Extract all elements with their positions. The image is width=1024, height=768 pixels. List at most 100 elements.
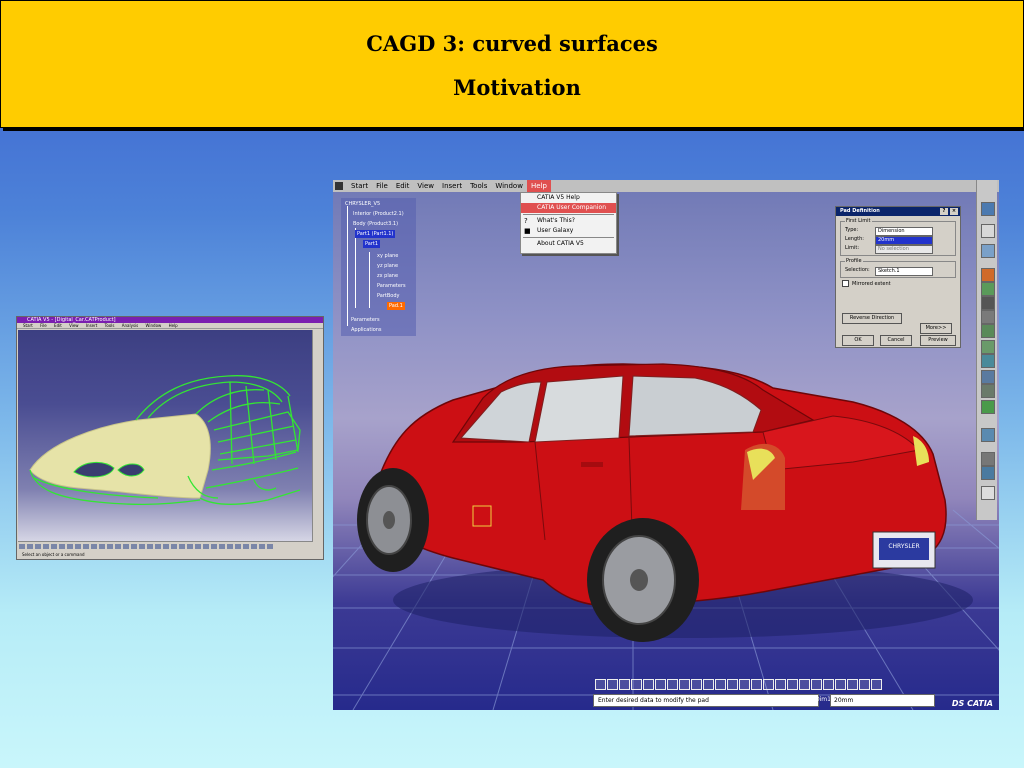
help-item-whats-this[interactable]: ? What's This? — [521, 216, 616, 226]
preview-button[interactable]: Preview — [920, 335, 956, 346]
zoom-in-icon[interactable] — [643, 679, 654, 690]
axis-icon[interactable] — [787, 679, 798, 690]
close-icon[interactable]: × — [950, 208, 958, 215]
menu-tools[interactable]: Tools — [466, 180, 491, 192]
measure-icon[interactable] — [981, 486, 995, 500]
small-menu-analysis[interactable]: Analysis — [122, 323, 138, 328]
tree-node-interior[interactable]: Interior (Product2.1) — [351, 210, 406, 218]
help-item-label: CATIA User Companion — [537, 204, 606, 211]
sketch-icon[interactable] — [981, 244, 995, 258]
catia-logo-icon[interactable] — [335, 182, 343, 190]
help-item-user-companion[interactable]: CATIA User Companion — [521, 203, 616, 213]
tree-node-yz-plane[interactable]: yz plane — [375, 262, 400, 270]
wireframe-viewport[interactable] — [18, 330, 312, 542]
measure-between-icon[interactable] — [751, 679, 762, 690]
license-plate-badge: CHRYSLER — [888, 543, 919, 550]
galaxy-icon: ■ — [524, 227, 531, 235]
small-menu-file[interactable]: File — [40, 323, 47, 328]
tree-root[interactable]: CHRYSLER_V5 — [343, 200, 382, 208]
groove-icon[interactable] — [981, 310, 995, 324]
small-menu-tools[interactable]: Tools — [105, 323, 115, 328]
shell-icon[interactable] — [981, 428, 995, 442]
title-banner: CAGD 3: curved surfaces Motivation — [0, 0, 1024, 128]
reverse-direction-button[interactable]: Reverse Direction — [842, 313, 902, 324]
tree-node-root-parameters[interactable]: Parameters — [349, 316, 382, 324]
menu-start[interactable]: Start — [347, 180, 372, 192]
hide-show-icon[interactable] — [703, 679, 714, 690]
tree-node-partbody[interactable]: PartBody — [375, 292, 402, 300]
tree-node-applications[interactable]: Applications — [349, 326, 384, 334]
small-window-menubar: Start File Edit View Insert Tools Analys… — [17, 323, 323, 329]
pan-icon[interactable] — [619, 679, 630, 690]
fillet-icon[interactable] — [981, 370, 995, 384]
shaft-icon[interactable] — [981, 296, 995, 310]
small-menu-insert[interactable]: Insert — [86, 323, 97, 328]
select-icon[interactable] — [981, 224, 995, 238]
menu-insert[interactable]: Insert — [438, 180, 466, 192]
limit-field[interactable]: No selection — [875, 245, 933, 254]
render-icon[interactable] — [871, 679, 882, 690]
line-icon[interactable] — [811, 679, 822, 690]
pocket-icon[interactable] — [981, 282, 995, 296]
slot-icon[interactable] — [981, 354, 995, 368]
small-menu-help[interactable]: Help — [169, 323, 178, 328]
mirrored-extent-checkbox[interactable] — [842, 280, 849, 287]
menu-edit[interactable]: Edit — [392, 180, 414, 192]
tree-node-zx-plane[interactable]: zx plane — [375, 272, 400, 280]
small-menu-edit[interactable]: Edit — [54, 323, 62, 328]
draft-icon[interactable] — [981, 400, 995, 414]
mirror-icon[interactable] — [981, 466, 995, 480]
mirrored-extent-option[interactable]: Mirrored extent — [842, 280, 954, 287]
chamfer-icon[interactable] — [981, 384, 995, 398]
tree-node-xy-plane[interactable]: xy plane — [375, 252, 400, 260]
snap-icon[interactable] — [847, 679, 858, 690]
sketcher-icon[interactable] — [835, 679, 846, 690]
help-item-about[interactable]: About CATIA V5 — [521, 239, 616, 249]
tree-node-body[interactable]: Body (Product3.1) — [351, 220, 400, 228]
fly-mode-icon[interactable] — [595, 679, 606, 690]
menu-help[interactable]: Help — [526, 180, 551, 192]
transform-icon[interactable] — [981, 452, 995, 466]
small-right-toolbar[interactable] — [312, 330, 322, 542]
help-icon[interactable]: ? — [940, 208, 948, 215]
hole-icon[interactable] — [981, 324, 995, 338]
dimension-input[interactable]: 20mm — [830, 694, 935, 707]
selection-field[interactable]: Sketch.1 — [875, 267, 933, 276]
menu-view[interactable]: View — [413, 180, 438, 192]
update-icon[interactable] — [727, 679, 738, 690]
rotate-icon[interactable] — [631, 679, 642, 690]
shading-icon[interactable] — [691, 679, 702, 690]
rib-icon[interactable] — [981, 340, 995, 354]
bottom-toolbar — [595, 677, 891, 691]
compass-icon[interactable] — [981, 202, 995, 216]
pad-icon[interactable] — [981, 268, 995, 282]
mass-props-icon[interactable] — [775, 679, 786, 690]
normal-view-icon[interactable] — [667, 679, 678, 690]
small-menu-window[interactable]: Window — [146, 323, 162, 328]
tree-node-parameters[interactable]: Parameters — [375, 282, 408, 290]
menu-window[interactable]: Window — [491, 180, 527, 192]
tree-node-part[interactable]: Part1 — [363, 240, 381, 248]
help-item-user-galaxy[interactable]: ■ User Galaxy — [521, 226, 616, 236]
ok-button[interactable]: OK — [842, 335, 874, 346]
small-menu-start[interactable]: Start — [23, 323, 33, 328]
section-icon[interactable] — [859, 679, 870, 690]
fit-all-icon[interactable] — [607, 679, 618, 690]
point-icon[interactable] — [823, 679, 834, 690]
multi-view-icon[interactable] — [739, 679, 750, 690]
small-menu-view[interactable]: View — [69, 323, 79, 328]
tree-node-part-instance[interactable]: Part1 (Part1.1) — [355, 230, 396, 238]
swap-space-icon[interactable] — [715, 679, 726, 690]
more-button[interactable]: More>> — [920, 323, 952, 334]
first-limit-legend: First Limit — [846, 218, 871, 224]
iso-view-icon[interactable] — [679, 679, 690, 690]
measure-item-icon[interactable] — [763, 679, 774, 690]
catia-status-bar: Enter desired data to modify the pad Dim… — [593, 694, 943, 707]
zoom-out-icon[interactable] — [655, 679, 666, 690]
help-item-catia-help[interactable]: CATIA V5 Help — [521, 193, 616, 203]
tree-node-pad[interactable]: Pad.1 — [387, 302, 405, 310]
cancel-button[interactable]: Cancel — [880, 335, 912, 346]
small-bottom-toolbar[interactable] — [18, 541, 312, 551]
plane-icon[interactable] — [799, 679, 810, 690]
menu-file[interactable]: File — [372, 180, 392, 192]
